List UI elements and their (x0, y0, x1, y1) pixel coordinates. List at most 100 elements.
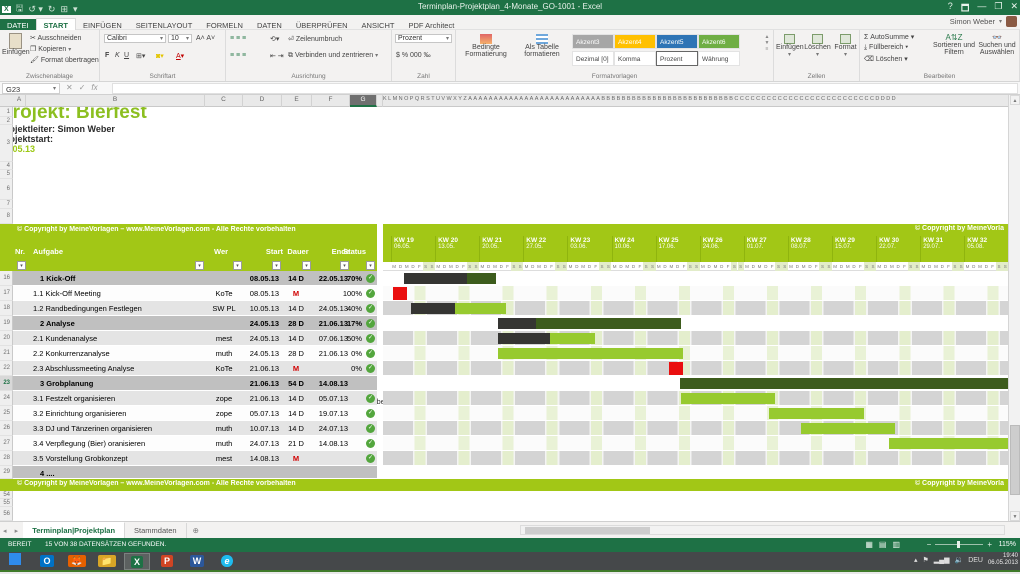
bold-button[interactable]: F (105, 52, 109, 59)
table-row[interactable]: 2 Analyse24.05.1328 D21.06.1317%✓ (13, 316, 377, 331)
vertical-scrollbar[interactable]: ▲ ▼ (1008, 95, 1020, 521)
format-as-table-button[interactable]: Als Tabelle formatieren (516, 34, 568, 58)
borders-icon[interactable]: ⊞▾ (136, 52, 145, 60)
copy-button[interactable]: ❐ Kopieren ▾ (30, 45, 71, 53)
filter-dropdown-icon[interactable]: ▾ (17, 261, 26, 270)
column-header-D[interactable]: D (243, 95, 282, 107)
user-account[interactable]: Simon Weber ▾ (950, 16, 1017, 27)
row-header-23[interactable]: 23 (0, 376, 13, 391)
page-layout-icon[interactable]: ▤ (879, 540, 887, 549)
gantt-row[interactable] (383, 301, 1008, 316)
style-prozent[interactable]: Prozent (656, 51, 698, 66)
number-icons[interactable]: $ % 000 ‰ (396, 52, 431, 59)
row-header-8[interactable]: 8 (0, 209, 13, 224)
horizontal-scroll-thumb[interactable] (525, 527, 650, 534)
row-header-56[interactable]: 56 (0, 507, 13, 521)
ie-taskbar-icon[interactable]: e (214, 553, 240, 570)
row-header-20[interactable]: 20 (0, 331, 13, 346)
row-header-19[interactable]: 19 (0, 316, 13, 331)
column-header-E[interactable]: E (282, 95, 312, 107)
autosum-button[interactable]: Σ AutoSumme ▾ (864, 33, 914, 41)
start-button[interactable] (2, 553, 28, 570)
gantt-row[interactable] (383, 286, 1008, 301)
sheet-tab-terminplan-projektplan[interactable]: Terminplan|Projektplan (23, 522, 125, 539)
row-header-3[interactable]: 3 (0, 125, 13, 162)
find-select-button[interactable]: 👓 Suchen und Auswählen (976, 33, 1018, 56)
filter-dropdown-icon[interactable]: ▾ (195, 261, 204, 270)
grow-font-icon[interactable]: A˄ A˅ (196, 35, 215, 42)
number-format-select[interactable]: Prozent ▾ (395, 34, 452, 43)
gantt-row[interactable] (383, 421, 1008, 436)
sheet-nav-right-icon[interactable]: ▸ (12, 524, 22, 535)
confirm-entry-icon[interactable]: ✓ (79, 83, 86, 92)
style-währung[interactable]: Währung (698, 51, 740, 66)
tray-expand-icon[interactable]: ▴ (914, 556, 918, 564)
table-row[interactable]: 3.5 Vorstellung Grobkonzeptmest14.08.13M… (13, 451, 377, 466)
zoom-slider-thumb[interactable] (957, 541, 960, 548)
column-header-B[interactable]: B (26, 95, 205, 107)
align-left-icons[interactable]: ≡ ≡ ≡ (230, 52, 246, 59)
font-family-select[interactable]: Calibri ▾ (104, 34, 166, 43)
row-header-27[interactable]: 27 (0, 436, 13, 451)
row-header-24[interactable]: 24 (0, 391, 13, 406)
row-header-2[interactable]: 2 (0, 117, 13, 125)
zoom-level[interactable]: 115% (999, 541, 1016, 548)
style-komma[interactable]: Komma (614, 51, 656, 66)
fill-button[interactable]: ⤓ Füllbereich ▾ (864, 44, 908, 52)
row-header-7[interactable]: 7 (0, 200, 13, 209)
orientation-icon[interactable]: ⟲▾ (270, 35, 279, 43)
row-header-25[interactable]: 25 (0, 406, 13, 421)
column-header-G[interactable]: G (350, 95, 377, 107)
firefox-taskbar-icon[interactable]: 🦊 (64, 553, 90, 570)
gantt-row[interactable] (383, 466, 1008, 479)
column-header-A[interactable]: A (13, 95, 26, 107)
italic-button[interactable]: K (115, 52, 120, 59)
table-row[interactable]: 3.4 Verpflegung (Bier) oranisierenmuth24… (13, 436, 377, 451)
table-row[interactable]: 3 Grobplanung21.06.1354 D14.08.13 (13, 376, 377, 391)
row-header-29[interactable]: 29 (0, 466, 13, 479)
column-headers[interactable]: ABCDEFGKLMNOPQRSTUVWXYZAAAAAAAAAAAAAAAAA… (0, 95, 1020, 107)
gallery-scroll-icons[interactable]: ▲▼≡ (763, 34, 771, 52)
gantt-row[interactable] (383, 436, 1008, 451)
excel-taskbar-icon[interactable]: X (124, 553, 150, 570)
style-akzent5[interactable]: Akzent5 (656, 34, 698, 49)
row-header-17[interactable]: 17 (0, 286, 13, 301)
language-indicator[interactable]: DEU (968, 557, 983, 564)
vertical-scroll-thumb[interactable] (1010, 425, 1020, 495)
table-row[interactable]: 3.3 DJ und Tänzerinen organisierenmuth10… (13, 421, 377, 436)
row-header-26[interactable]: 26 (0, 421, 13, 436)
style-dezimal0[interactable]: Dezimal [0] (572, 51, 614, 66)
column-header-strip[interactable]: KLMNOPQRSTUVWXYZAAAAAAAAAAAAAAAAAAAAAAAA… (383, 96, 1005, 102)
style-akzent3[interactable]: Akzent3 (572, 34, 614, 49)
filter-dropdown-icon[interactable]: ▾ (366, 261, 375, 270)
merge-center-button[interactable]: ⧉ Verbinden und zentrieren ▾ (288, 52, 378, 60)
row-header-22[interactable]: 22 (0, 361, 13, 376)
cells-löschen-button[interactable]: Löschen▾ (804, 34, 831, 58)
horizontal-scrollbar[interactable] (520, 525, 1005, 535)
scroll-down-icon[interactable]: ▼ (1010, 511, 1020, 521)
network-icon[interactable]: ▂▄▆ (934, 556, 950, 564)
font-color-icon[interactable]: A▾ (176, 52, 184, 60)
fill-color-icon[interactable]: ◙▾ (156, 52, 164, 60)
table-row[interactable]: 3.2 Einrichtung organisierenzope05.07.13… (13, 406, 377, 421)
gantt-row[interactable] (383, 271, 1008, 286)
column-header-F[interactable]: F (312, 95, 350, 107)
filter-dropdown-icon[interactable]: ▾ (302, 261, 311, 270)
zoom-slider[interactable] (935, 544, 983, 545)
formula-input[interactable] (112, 83, 1018, 94)
filter-dropdown-icon[interactable]: ▾ (233, 261, 242, 270)
cells-einfügen-button[interactable]: Einfügen▾ (776, 34, 803, 58)
align-top-icons[interactable]: ≡ ≡ ≡ (230, 35, 246, 42)
table-row[interactable]: 4 .... (13, 466, 377, 479)
table-row[interactable]: 1 Kick-Off08.05.1314 D22.05.1370%✓ (13, 271, 377, 286)
cells-format-button[interactable]: Format▾ (832, 34, 859, 58)
explorer-taskbar-icon[interactable]: 📁 (94, 553, 120, 570)
row-header-54[interactable]: 54 (0, 491, 13, 499)
actioncenter-flag-icon[interactable]: ⚑ (922, 556, 928, 564)
outlook-taskbar-icon[interactable]: O (34, 553, 60, 570)
style-akzent6[interactable]: Akzent6 (698, 34, 740, 49)
row-header-21[interactable]: 21 (0, 346, 13, 361)
gantt-row[interactable] (383, 406, 1008, 421)
insert-function-icon[interactable]: fx (91, 83, 97, 92)
zoom-in-icon[interactable]: + (987, 540, 992, 549)
